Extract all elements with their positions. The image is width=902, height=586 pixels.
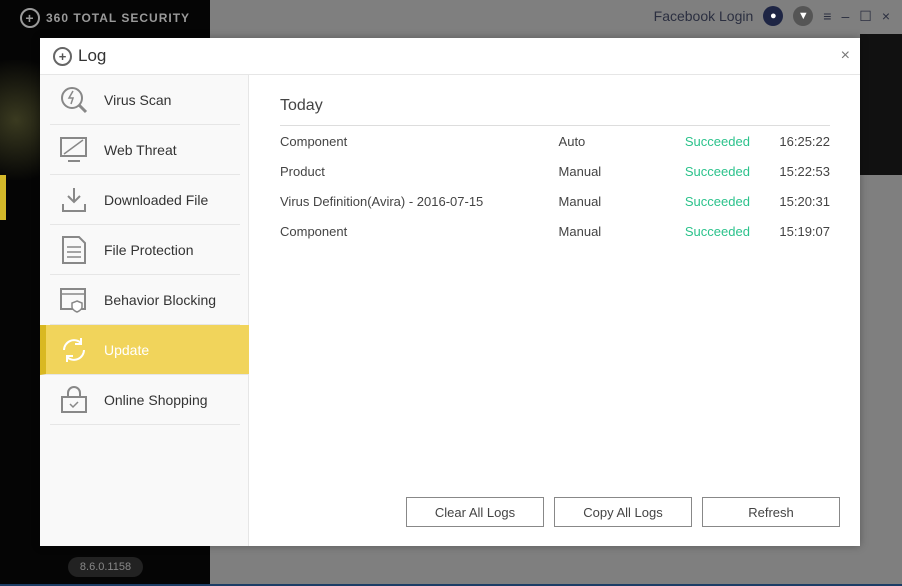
sidebar-item-virus-scan[interactable]: Virus Scan: [50, 75, 240, 125]
sidebar-item-online-shopping[interactable]: Online Shopping: [50, 375, 240, 425]
dialog-title: Log: [78, 46, 107, 65]
dialog-close-button[interactable]: ×: [841, 47, 850, 65]
log-status: Succeeded: [684, 163, 750, 179]
log-mode: Auto: [558, 133, 586, 149]
log-status: Succeeded: [684, 223, 750, 239]
log-name: Component: [280, 223, 348, 239]
log-name: Component: [280, 133, 348, 149]
file-protection-icon: [59, 235, 89, 265]
sidebar-item-update[interactable]: Update: [40, 325, 249, 375]
log-mode: Manual: [558, 193, 602, 209]
sidebar-item-label: Web Threat: [104, 141, 177, 158]
sidebar-item-label: Behavior Blocking: [104, 291, 217, 308]
web-threat-icon: [59, 135, 89, 165]
log-row: Component Manual Succeeded 15:19:07: [280, 216, 830, 246]
sidebar-item-label: Downloaded File: [104, 191, 209, 208]
behavior-blocking-icon: [59, 285, 89, 315]
log-time: 16:25:22: [779, 133, 830, 149]
banner: [860, 34, 902, 175]
close-button[interactable]: ×: [882, 8, 890, 24]
window-controls: Facebook Login ● ▼ ≡ – ☐ ×: [654, 6, 890, 26]
log-table: Component Auto Succeeded 16:25:22 Product Man…: [280, 126, 830, 246]
log-time: 15:20:31: [779, 193, 830, 209]
sidebar-item-label: Virus Scan: [104, 91, 172, 108]
logo-icon: +: [53, 46, 72, 66]
log-dialog: + Log × Virus Scan Web Threat Downloaded…: [40, 38, 860, 546]
copy-all-logs-button[interactable]: Copy All Logs: [554, 497, 692, 527]
shopping-icon: [59, 385, 89, 415]
download-icon: [59, 185, 89, 215]
log-panel: Today Component Auto Succeeded 16:25:22 Prod…: [280, 75, 830, 246]
log-row: Component Auto Succeeded 16:25:22: [280, 126, 830, 156]
sidebar-item-label: Online Shopping: [104, 391, 208, 408]
log-time: 15:19:07: [779, 223, 830, 239]
version-badge: 8.6.0.1158: [68, 557, 143, 577]
maximize-button[interactable]: ☐: [859, 8, 872, 25]
log-time: 15:22:53: [779, 163, 830, 179]
dialog-header: + Log: [40, 38, 860, 75]
logo-icon: +: [20, 8, 40, 28]
sidebar-item-downloaded-file[interactable]: Downloaded File: [50, 175, 240, 225]
action-buttons: Clear All Logs Copy All Logs Refresh: [406, 497, 840, 527]
menu-icon[interactable]: ≡: [823, 8, 831, 24]
update-icon: [59, 335, 89, 365]
refresh-button[interactable]: Refresh: [702, 497, 840, 527]
sidebar-item-file-protection[interactable]: File Protection: [50, 225, 240, 275]
skin-icon[interactable]: ▼: [793, 6, 814, 26]
minimize-button[interactable]: –: [841, 8, 849, 24]
log-mode: Manual: [558, 163, 602, 179]
section-heading: Today: [280, 97, 830, 126]
log-category-list: Virus Scan Web Threat Downloaded File Fi…: [40, 75, 249, 546]
facebook-login-link[interactable]: Facebook Login: [654, 8, 754, 24]
sidebar-item-label: Update: [104, 341, 150, 358]
clear-all-logs-button[interactable]: Clear All Logs: [406, 497, 544, 527]
log-status: Succeeded: [684, 193, 750, 209]
active-nav-indicator: [0, 175, 6, 220]
log-name: Product: [280, 163, 325, 179]
sidebar-item-label: File Protection: [104, 241, 194, 258]
brand-name: 360 TOTAL SECURITY: [46, 11, 191, 25]
log-mode: Manual: [558, 223, 602, 239]
sidebar-item-behavior-blocking[interactable]: Behavior Blocking: [50, 275, 240, 325]
app-brand: +360 TOTAL SECURITY: [20, 8, 190, 28]
log-name: Virus Definition(Avira) - 2016-07-15: [280, 193, 484, 209]
log-row: Product Manual Succeeded 15:22:53: [280, 156, 830, 186]
log-status: Succeeded: [684, 133, 750, 149]
user-icon[interactable]: ●: [763, 6, 784, 26]
virus-scan-icon: [59, 85, 89, 115]
log-row: Virus Definition(Avira) - 2016-07-15 Manu…: [280, 186, 830, 216]
sidebar-item-web-threat[interactable]: Web Threat: [50, 125, 240, 175]
